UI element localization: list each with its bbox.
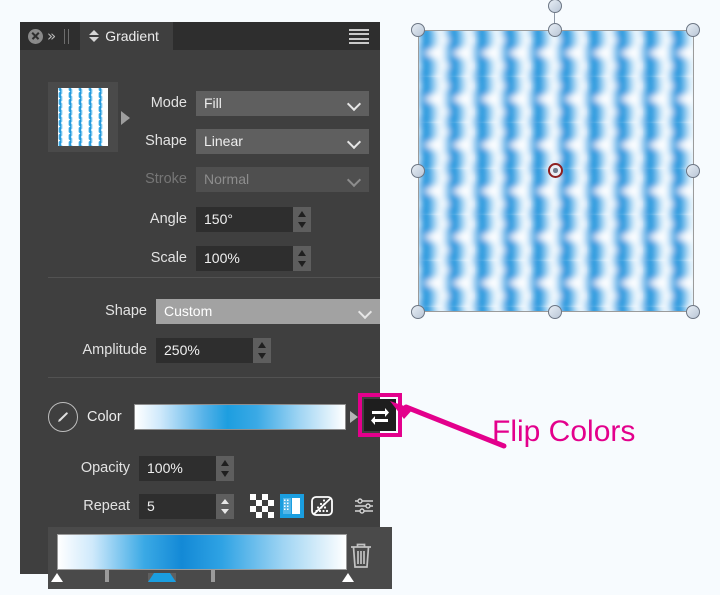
mode-select-value: Fill <box>204 95 222 111</box>
grip-handle-icon[interactable] <box>63 28 72 44</box>
handle-bottom-left[interactable] <box>411 305 425 319</box>
color-row: Color <box>48 400 358 434</box>
sliders-glyph <box>355 498 373 514</box>
trash-icon[interactable] <box>348 541 374 571</box>
chevron-down-icon <box>349 99 360 110</box>
opacity-input-value: 100% <box>147 460 183 476</box>
handle-middle-right[interactable] <box>686 164 700 178</box>
sliders-settings-icon[interactable] <box>352 494 376 518</box>
chevron-down-icon <box>360 307 371 318</box>
tab-gradient-label: Gradient <box>105 28 159 44</box>
divider <box>48 277 380 278</box>
shape-custom-select[interactable]: Custom <box>156 298 380 324</box>
field-scale: Scale 100% <box>20 243 380 273</box>
angle-stepper[interactable] <box>293 206 311 232</box>
field-stroke: Stroke Normal <box>20 164 380 194</box>
field-repeat-label: Repeat <box>83 498 130 514</box>
scale-input-value: 100% <box>204 250 240 266</box>
hamburger-menu-icon[interactable] <box>349 29 369 45</box>
tab-gradient[interactable]: Gradient <box>80 22 173 50</box>
stroke-select: Normal <box>196 166 369 192</box>
divider <box>48 377 380 378</box>
chevron-down-icon <box>349 175 360 186</box>
gradient-stop[interactable] <box>51 573 63 582</box>
up-down-chevron-icon <box>89 29 100 43</box>
field-opacity-label: Opacity <box>80 460 130 476</box>
gradient-stops-strip <box>48 527 392 589</box>
double-chevron-right-icon[interactable]: » <box>47 28 56 44</box>
rotation-handle[interactable] <box>548 0 562 13</box>
angle-input[interactable]: 150° <box>196 206 293 232</box>
close-circle-icon[interactable] <box>28 28 43 44</box>
amplitude-input[interactable]: 250% <box>156 337 253 363</box>
gradient-stop-selected[interactable] <box>148 573 176 582</box>
opacity-input[interactable]: 100% <box>139 455 216 481</box>
scale-input[interactable]: 100% <box>196 245 293 271</box>
shape-select-value: Linear <box>204 133 243 149</box>
field-amplitude: Amplitude 250% <box>20 335 380 365</box>
artboard-selection <box>411 0 700 319</box>
handle-top-center[interactable] <box>548 23 562 37</box>
gradient-stop[interactable] <box>105 570 109 582</box>
gradient-panel: » Gradient Mode Fill Shape Linear Stroke… <box>20 22 402 589</box>
handle-middle-left[interactable] <box>411 164 425 178</box>
gradient-stop[interactable] <box>211 570 215 582</box>
mode-select[interactable]: Fill <box>196 90 369 116</box>
mirror-glyph <box>283 498 300 514</box>
clamp-glyph <box>311 496 333 516</box>
panel-titlebar: » Gradient <box>20 22 380 50</box>
repeat-stepper[interactable] <box>216 493 234 519</box>
field-amplitude-label: Amplitude <box>82 342 147 358</box>
handle-bottom-right[interactable] <box>686 305 700 319</box>
field-repeat: Repeat 5 <box>20 491 380 521</box>
field-shape-custom-label: Shape <box>105 303 147 319</box>
handle-bottom-center[interactable] <box>548 305 562 319</box>
field-shape: Shape Linear <box>20 126 380 156</box>
stroke-select-value: Normal <box>204 171 250 187</box>
repeat-input[interactable]: 5 <box>139 493 216 519</box>
color-row-label: Color <box>87 409 122 425</box>
tile-checker-glyph <box>250 494 274 518</box>
amplitude-input-value: 250% <box>164 342 200 358</box>
amplitude-stepper[interactable] <box>253 337 271 363</box>
shape-custom-select-value: Custom <box>164 303 213 319</box>
field-mode: Mode Fill <box>20 88 380 118</box>
field-mode-label: Mode <box>150 95 187 111</box>
eyedropper-icon[interactable] <box>48 402 78 432</box>
chevron-down-icon <box>349 137 360 148</box>
field-shape-custom: Shape Custom <box>20 296 380 326</box>
field-angle: Angle 150° <box>20 204 380 234</box>
gradient-stop[interactable] <box>342 573 354 582</box>
field-stroke-label: Stroke <box>145 171 187 187</box>
trash-glyph <box>351 543 371 568</box>
repeat-mode-tile-icon[interactable] <box>250 494 274 518</box>
repeat-mode-clamp-icon[interactable] <box>310 494 334 518</box>
gradient-color-swatch[interactable] <box>133 404 346 430</box>
shape-select[interactable]: Linear <box>196 128 369 154</box>
gradient-stops-bar[interactable] <box>57 534 347 570</box>
opacity-stepper[interactable] <box>216 455 234 481</box>
repeat-mode-mirror-icon[interactable] <box>280 494 304 518</box>
angle-input-value: 150° <box>204 211 233 227</box>
annotation-label: Flip Colors <box>492 415 636 448</box>
field-shape-label: Shape <box>145 133 187 149</box>
gradient-center-point[interactable] <box>548 163 563 178</box>
scale-stepper[interactable] <box>293 245 311 271</box>
repeat-input-value: 5 <box>147 498 155 514</box>
handle-top-right[interactable] <box>686 23 700 37</box>
field-scale-label: Scale <box>150 250 187 266</box>
handle-top-left[interactable] <box>411 23 425 37</box>
triangle-right-icon[interactable] <box>349 411 358 423</box>
eyedropper-glyph <box>58 412 68 422</box>
field-angle-label: Angle <box>149 211 187 227</box>
field-opacity: Opacity 100% <box>20 453 380 483</box>
